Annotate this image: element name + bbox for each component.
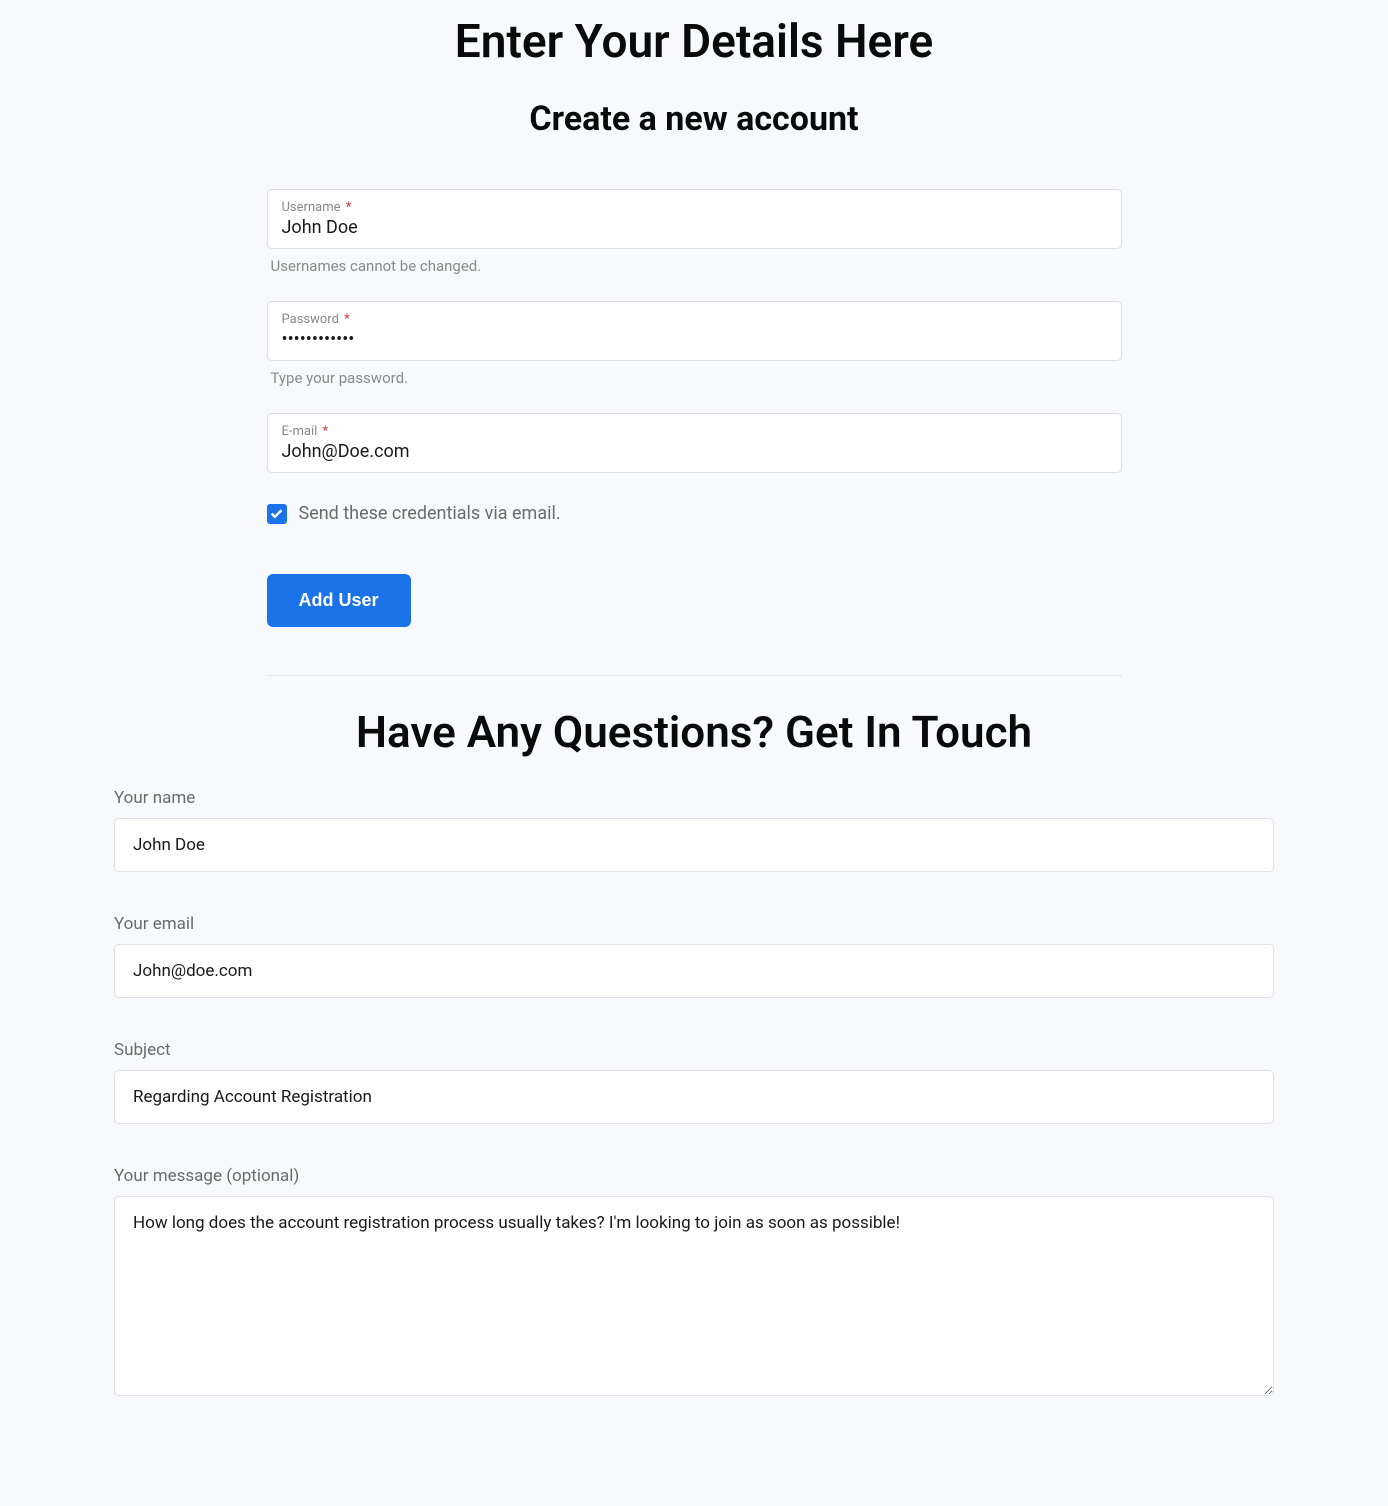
email-label-text: E-mail <box>282 424 318 439</box>
subject-label: Subject <box>114 1040 1274 1060</box>
email-label: E-mail * <box>282 424 1107 439</box>
username-label: Username * <box>282 200 1107 215</box>
email-input[interactable] <box>282 441 1107 462</box>
required-star-icon: * <box>346 200 352 215</box>
username-helper: Usernames cannot be changed. <box>271 257 1122 275</box>
password-label: Password * <box>282 312 1107 327</box>
contact-form: Your name Your email Subject Your messag… <box>94 788 1294 1400</box>
contact-email-input[interactable] <box>114 944 1274 998</box>
add-user-button[interactable]: Add User <box>267 574 411 627</box>
contact-email-label: Your email <box>114 914 1274 934</box>
username-input[interactable] <box>282 217 1107 238</box>
register-form: Username * Usernames cannot be changed. … <box>247 189 1142 758</box>
password-helper: Type your password. <box>271 369 1122 387</box>
username-field-wrapper: Username * <box>267 189 1122 249</box>
required-star-icon: * <box>323 424 329 439</box>
message-textarea[interactable]: How long does the account registration p… <box>114 1196 1274 1396</box>
email-field-wrapper: E-mail * <box>267 413 1122 473</box>
password-label-text: Password <box>282 312 339 327</box>
name-input[interactable] <box>114 818 1274 872</box>
message-label: Your message (optional) <box>114 1166 1274 1186</box>
section-divider <box>267 675 1122 676</box>
send-credentials-label: Send these credentials via email. <box>299 503 561 524</box>
required-star-icon: * <box>344 312 350 327</box>
send-credentials-checkbox[interactable] <box>267 504 287 524</box>
page-title: Enter Your Details Here <box>0 0 1388 99</box>
username-label-text: Username <box>282 200 341 215</box>
name-label: Your name <box>114 788 1274 808</box>
password-input[interactable] <box>282 329 1107 350</box>
subject-input[interactable] <box>114 1070 1274 1124</box>
contact-title: Have Any Questions? Get In Touch <box>267 706 1122 758</box>
check-icon <box>270 507 283 520</box>
password-field-wrapper: Password * <box>267 301 1122 361</box>
send-credentials-row: Send these credentials via email. <box>267 503 1122 524</box>
page-subtitle: Create a new account <box>0 99 1388 189</box>
